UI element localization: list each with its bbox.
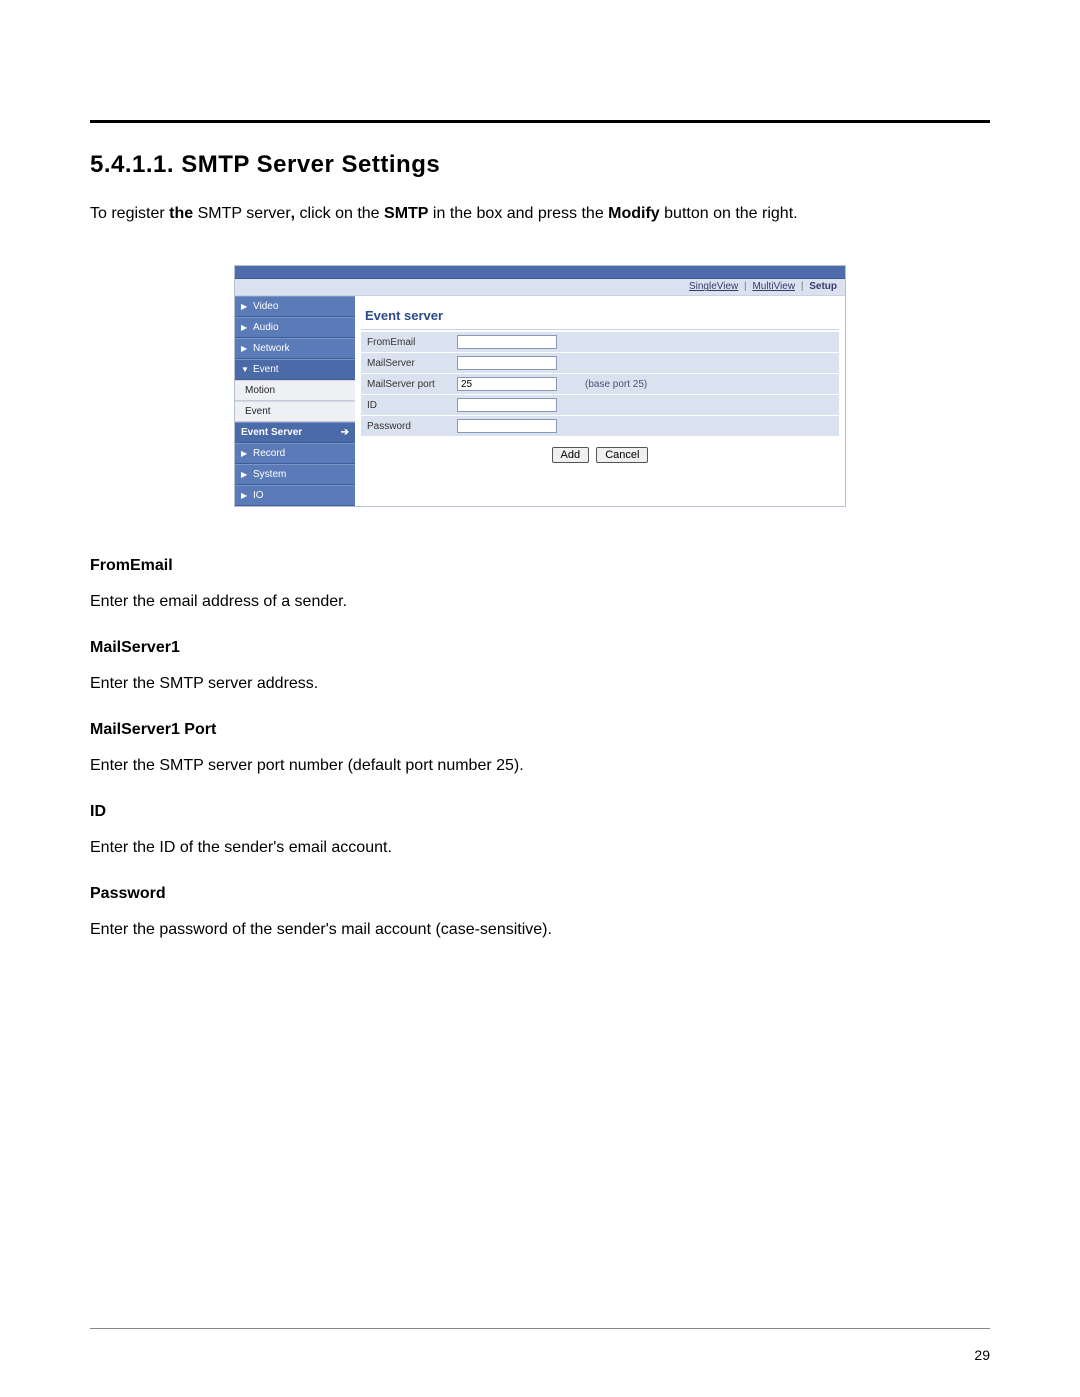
form-row-password: Password [361,416,839,437]
event-server-ui: SingleView | MultiView | Setup ▶ Video ▶ A… [234,265,846,507]
text-mailserver1: Enter the SMTP server address. [90,675,990,693]
term-fromemail: FromEmail [90,557,990,575]
triangle-right-icon: ▶ [241,302,249,311]
sidebar-subitem-motion[interactable]: Motion [235,380,355,401]
triangle-right-icon: ▶ [241,344,249,353]
label-mailserver: MailServer [361,358,457,369]
content-panel: Event server FromEmail MailServer MailSe… [355,296,845,477]
document-page: 5.4.1.1. SMTP Server Settings To registe… [0,0,1080,1397]
form-row-mailserver: MailServer [361,353,839,374]
sidebar-item-label: Video [253,301,278,312]
page-number: 29 [974,1347,990,1363]
label-fromemail: FromEmail [361,337,457,348]
intro-paragraph: To register the SMTP server, click on th… [90,203,990,225]
sidebar-item-video[interactable]: ▶ Video [235,296,355,317]
titlebar-strip [235,266,845,279]
label-password: Password [361,421,457,432]
triangle-right-icon: ▶ [241,323,249,332]
text-id: Enter the ID of the sender's email accou… [90,839,990,857]
sidebar-item-label: IO [253,490,264,501]
sidebar-item-label: Motion [245,385,275,396]
intro-bold-modify: Modify [608,205,660,222]
intro-text: SMTP server [193,205,291,222]
arrow-right-icon: ➔ [341,427,349,438]
sidebar-item-label: System [253,469,286,480]
nav-link-singleview[interactable]: SingleView [689,281,738,292]
text-password: Enter the password of the sender's mail … [90,921,990,939]
input-mailserver-port[interactable] [457,377,557,391]
triangle-right-icon: ▶ [241,449,249,458]
intro-bold-the: the [169,205,193,222]
sidebar-item-label: Event [253,364,279,375]
button-row: Add Cancel [361,437,839,467]
sidebar-subitem-event[interactable]: Event [235,401,355,422]
description-block: FromEmail Enter the email address of a s… [90,557,990,939]
nav-current-setup: Setup [809,281,837,292]
text-mailserver1-port: Enter the SMTP server port number (defau… [90,757,990,775]
form-row-mailserver-port: MailServer port (base port 25) [361,374,839,395]
sidebar-item-label: Event [245,406,271,417]
sidebar-item-event[interactable]: ▼ Event [235,359,355,380]
term-password: Password [90,885,990,903]
triangle-right-icon: ▶ [241,491,249,500]
term-mailserver1-port: MailServer1 Port [90,721,990,739]
sidebar-item-audio[interactable]: ▶ Audio [235,317,355,338]
intro-bold-smtp: SMTP [384,205,428,222]
sidebar-item-label: Network [253,343,290,354]
sidebar-item-io[interactable]: ▶ IO [235,485,355,506]
cancel-button[interactable]: Cancel [596,447,648,463]
text-fromemail: Enter the email address of a sender. [90,593,990,611]
port-note: (base port 25) [585,379,647,390]
form-row-fromemail: FromEmail [361,332,839,353]
sidebar-item-network[interactable]: ▶ Network [235,338,355,359]
sidebar: ▶ Video ▶ Audio ▶ Network ▼ Event Motion Eve… [235,296,355,506]
nav-separator: | [801,281,804,292]
sidebar-item-label: Record [253,448,285,459]
ui-body: ▶ Video ▶ Audio ▶ Network ▼ Event Motion Eve… [235,296,845,506]
input-mailserver[interactable] [457,356,557,370]
add-button[interactable]: Add [552,447,590,463]
section-heading: 5.4.1.1. SMTP Server Settings [90,151,990,179]
top-rule [90,120,990,123]
triangle-right-icon: ▶ [241,470,249,479]
sidebar-item-label: Audio [253,322,279,333]
input-id[interactable] [457,398,557,412]
term-mailserver1: MailServer1 [90,639,990,657]
nav-link-multiview[interactable]: MultiView [752,281,795,292]
form-row-id: ID [361,395,839,416]
label-mailserver-port: MailServer port [361,379,457,390]
nav-separator: | [744,281,747,292]
intro-text: click on the [295,205,384,222]
content-title: Event server [361,302,839,330]
bottom-rule [90,1328,990,1329]
sidebar-item-record[interactable]: ▶ Record [235,443,355,464]
input-fromemail[interactable] [457,335,557,349]
intro-text: To register [90,205,169,222]
triangle-down-icon: ▼ [241,365,249,374]
sidebar-subitem-event-server[interactable]: Event Server ➔ [235,422,355,443]
term-id: ID [90,803,990,821]
sidebar-item-system[interactable]: ▶ System [235,464,355,485]
label-id: ID [361,400,457,411]
intro-text: button on the right. [660,205,798,222]
top-nav: SingleView | MultiView | Setup [235,279,845,296]
intro-text: in the box and press the [428,205,608,222]
input-password[interactable] [457,419,557,433]
sidebar-item-label: Event Server [241,427,302,438]
